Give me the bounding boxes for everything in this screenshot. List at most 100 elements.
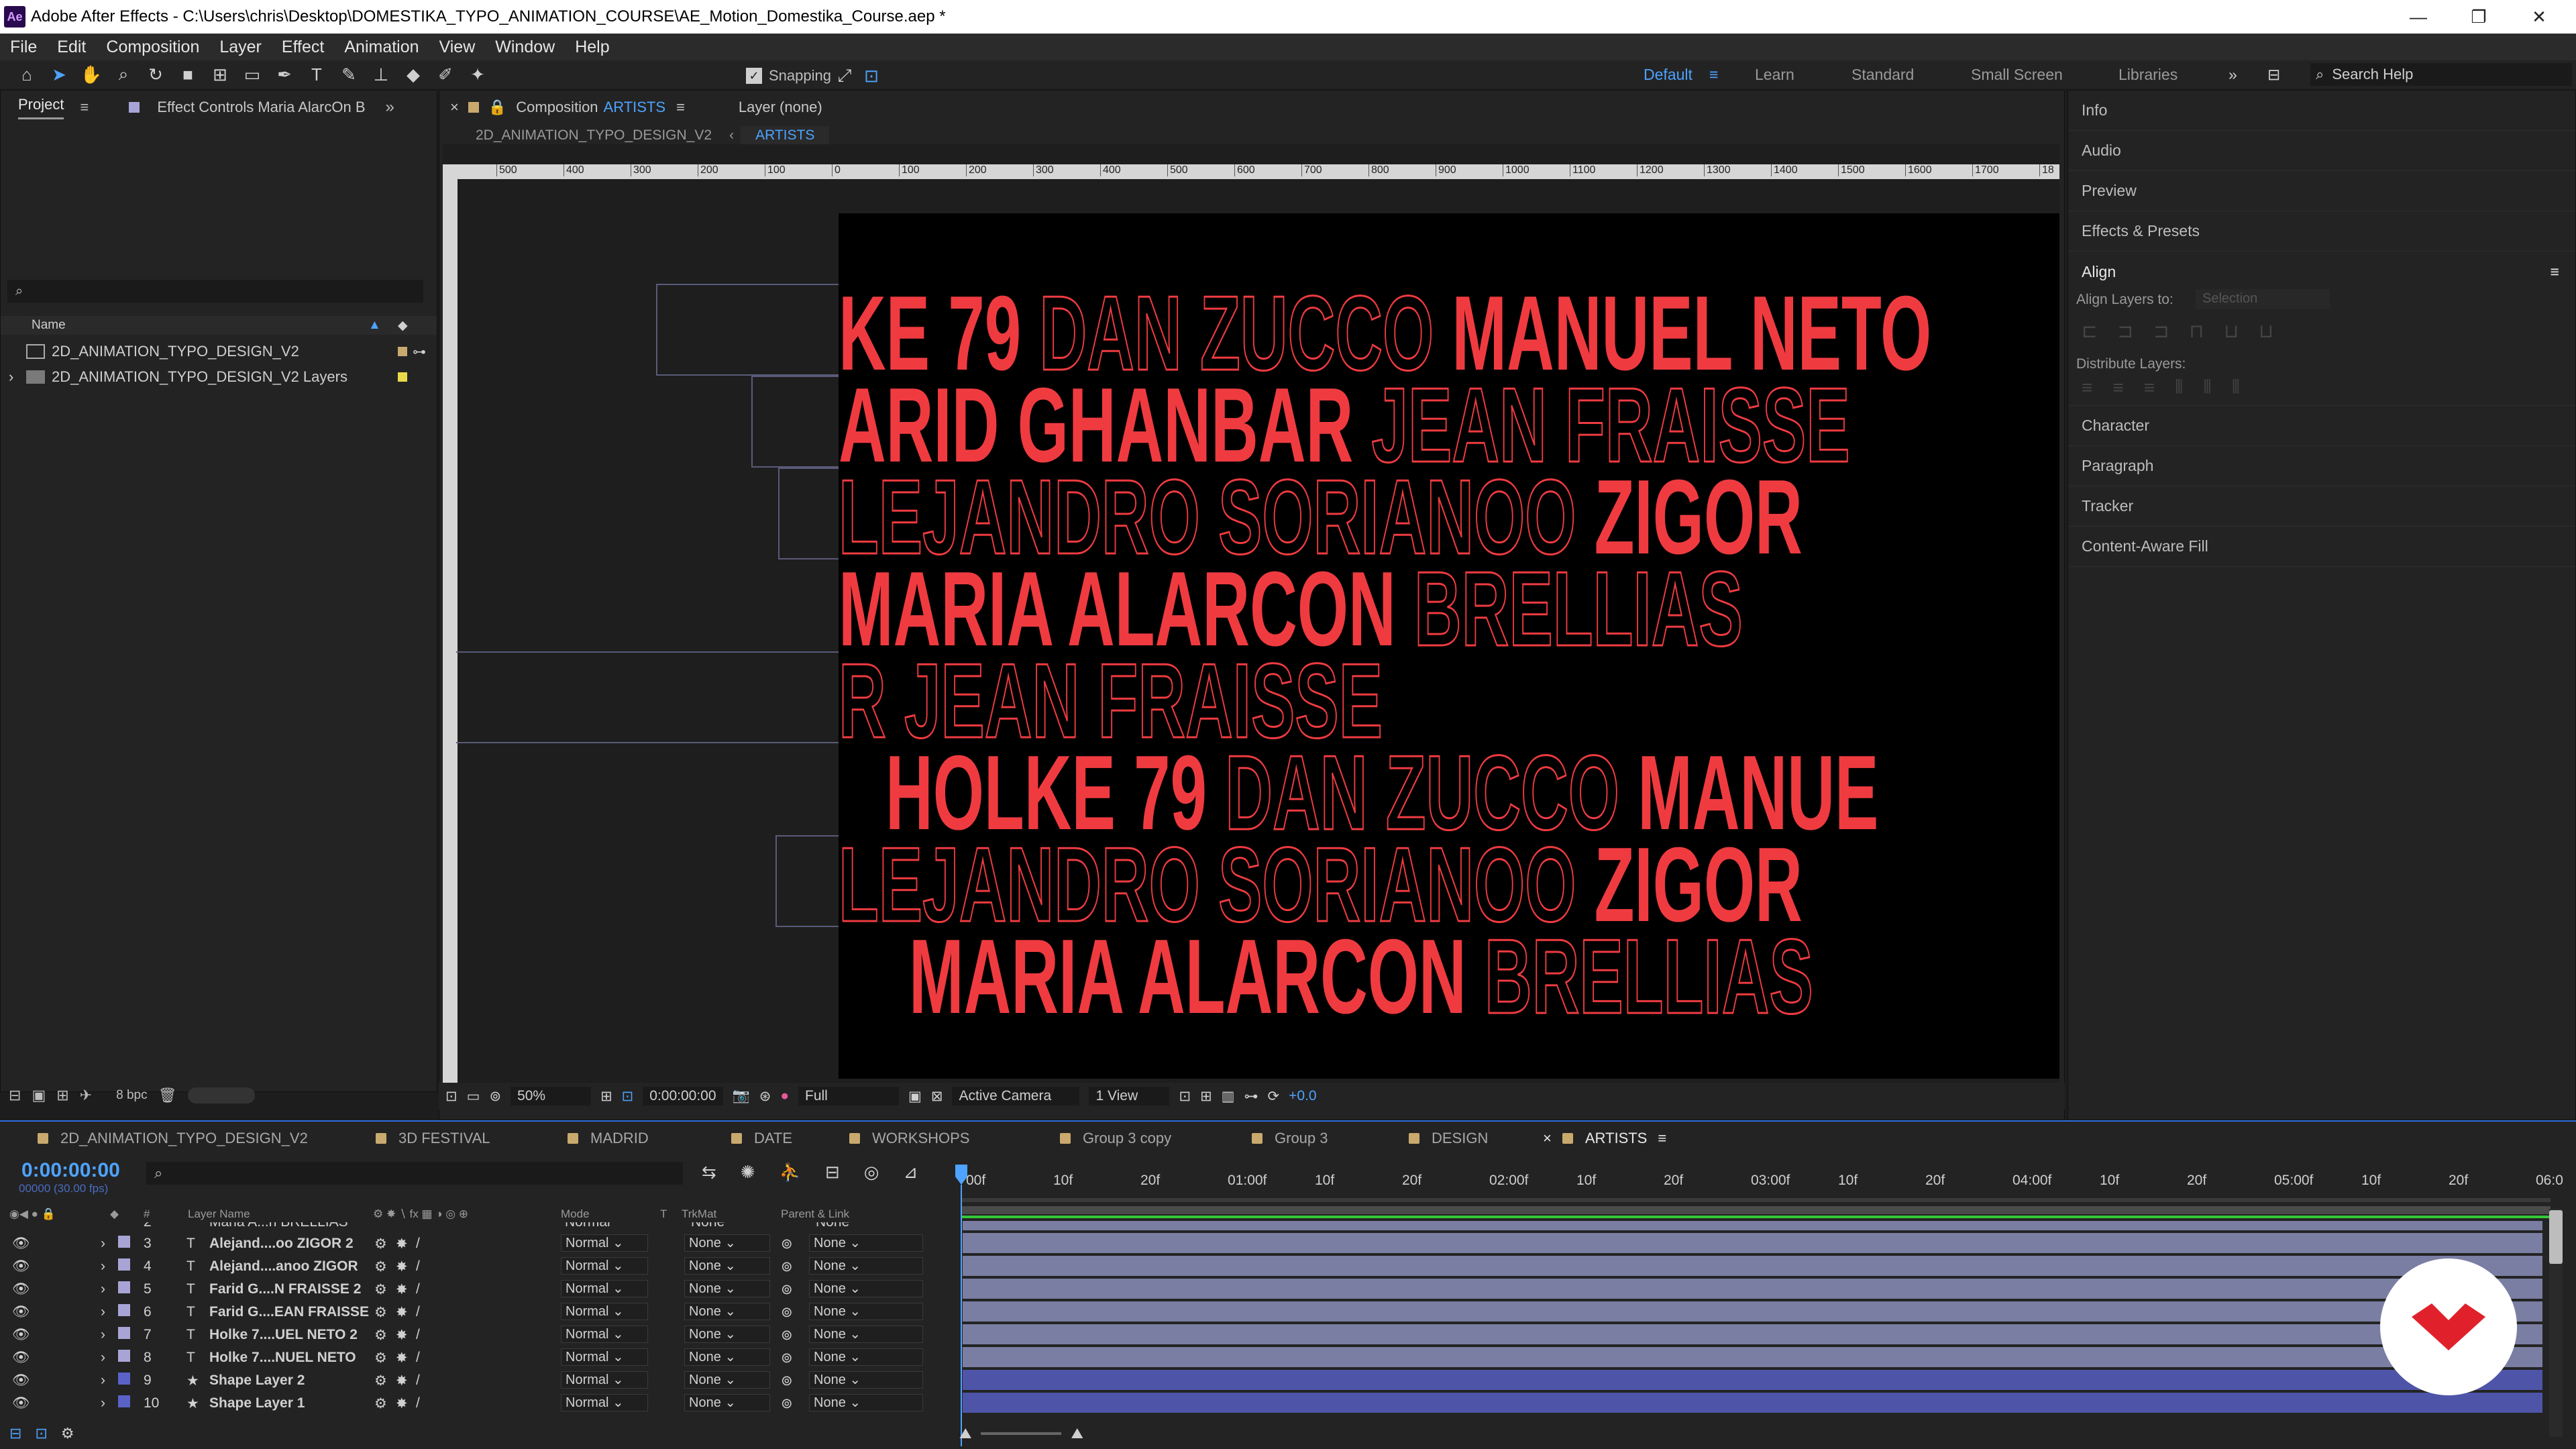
label-column-icon[interactable]: ◆ [398,318,408,333]
mode-dropdown[interactable]: Normal [565,1222,610,1230]
selection-tool-icon[interactable]: ➤ [46,63,72,86]
snap-feature-icon[interactable]: ⊡ [858,64,885,87]
work-area-bar[interactable] [961,1198,2551,1202]
mode-dropdown[interactable]: Normal ⌄ [561,1371,648,1389]
parent-dropdown[interactable]: None ⌄ [809,1394,923,1411]
transfer-controls-toggle-icon[interactable]: ⊡ [35,1425,47,1442]
parent-dropdown[interactable]: None [816,1222,849,1230]
toggle-pixel-aspect-icon[interactable]: ⊡ [1179,1088,1191,1105]
project-tab[interactable]: Project [18,96,64,119]
type-tool-icon[interactable]: T [303,63,330,86]
workspace-small-screen[interactable]: Small Screen [1971,66,2063,84]
trkmat-dropdown[interactable]: None ⌄ [684,1303,770,1320]
layer-name[interactable]: Farid G....N FRAISSE 2 [209,1281,361,1297]
distribute-right-icon[interactable]: ⦀ [2232,376,2240,398]
workspace-learn[interactable]: Learn [1755,66,1794,84]
mode-dropdown[interactable]: Normal ⌄ [561,1234,648,1252]
effect-controls-tab[interactable]: Effect Controls Maria AlarcOn B [157,99,365,116]
bit-depth-label[interactable]: 8 bpc [116,1088,147,1103]
trkmat-dropdown[interactable]: None ⌄ [684,1280,770,1297]
align-bottom-icon[interactable]: ⊔ [2259,320,2273,342]
tracker-panel-header[interactable]: Tracker [2068,486,2575,527]
align-to-dropdown[interactable]: Selection [2196,289,2330,309]
brush-tool-icon[interactable]: ✎ [335,63,362,86]
fast-previews-icon[interactable]: ⊞ [1200,1088,1212,1105]
layer-name[interactable]: Shape Layer 2 [209,1373,305,1389]
timeline-scrollbar[interactable] [2549,1209,2563,1437]
monitor-icon[interactable]: ▭ [467,1088,480,1105]
flowchart-icon[interactable]: ⊶ [413,343,426,360]
zoom-out-icon[interactable]: ⛰ [959,1425,971,1442]
trkmat-dropdown[interactable]: None ⌄ [684,1371,770,1389]
menu-animation[interactable]: Animation [334,38,429,57]
always-preview-icon[interactable]: ⊡ [445,1088,458,1105]
visibility-eye-icon[interactable]: 👁 [12,1350,30,1366]
layer-name[interactable]: Maria A...n BRELLIAS [209,1222,348,1230]
workspace-libraries[interactable]: Libraries [2118,66,2178,84]
timeline-tab[interactable]: 3D FESTIVAL [376,1130,490,1147]
distribute-v-center-icon[interactable]: ≡ [2112,377,2123,398]
panel-menu-icon[interactable]: ≡ [1658,1130,1666,1147]
layer-row[interactable]: 2 Maria A...n BRELLIAS Normal None None [0,1222,953,1232]
layer-duration-bar[interactable] [963,1324,2542,1344]
timeline-tab[interactable]: MADRID [568,1130,649,1147]
layer-duration-bar[interactable] [963,1279,2542,1299]
collapse-switch-icon[interactable]: ✸ [396,1258,408,1275]
pick-whip-icon[interactable]: ⊚ [781,1236,793,1252]
expand-arrow-icon[interactable]: › [101,1327,105,1343]
collapse-switch-icon[interactable]: ✸ [396,1304,408,1321]
label-swatch[interactable] [118,1304,130,1316]
quality-switch-icon[interactable]: / [416,1373,420,1389]
layer-duration-bar[interactable] [963,1301,2542,1322]
workspace-layout-icon[interactable]: ⊟ [2267,66,2280,84]
timeline-tab[interactable]: DATE [731,1130,792,1147]
composition-tab[interactable]: ARTISTS [604,99,666,116]
snap-expand-icon[interactable]: ⤢ [831,64,858,87]
magnification-dropdown[interactable]: 50% [511,1087,592,1106]
menu-view[interactable]: View [429,38,486,57]
breadcrumb-parent[interactable]: 2D_ANIMATION_TYPO_DESIGN_V2 [476,127,712,144]
quality-switch-icon[interactable]: / [416,1327,420,1343]
label-column-icon[interactable]: ◆ [110,1208,119,1221]
pick-whip-icon[interactable]: ⊚ [781,1304,793,1321]
layer-row[interactable]: 👁 › 3 T Alejand....oo ZIGOR 2 ⚙ ✸ / Normal ⌄ None… [0,1232,953,1254]
playhead-line[interactable] [961,1185,962,1446]
pick-whip-icon[interactable]: ⊚ [781,1373,793,1389]
visibility-eye-icon[interactable]: 👁 [12,1304,30,1320]
expand-arrow-icon[interactable]: › [101,1395,105,1411]
layer-switches-toggle-icon[interactable]: ⊟ [9,1425,21,1442]
mode-dropdown[interactable]: Normal ⌄ [561,1394,648,1411]
layer-duration-bar[interactable] [963,1393,2542,1413]
grid-icon[interactable]: ⊠ [931,1088,943,1105]
snapshot-icon[interactable]: 📷 [733,1088,750,1104]
shy-switch-icon[interactable]: ⚙ [374,1373,387,1389]
frame-blending-icon[interactable]: ⊟ [825,1162,840,1183]
timeline-tab[interactable]: DESIGN [1409,1130,1488,1147]
trkmat-dropdown[interactable]: None ⌄ [684,1394,770,1411]
layer-duration-bar[interactable] [963,1256,2542,1276]
zoom-tool-icon[interactable]: ⌕ [110,63,137,86]
visibility-eye-icon[interactable]: 👁 [12,1395,30,1411]
clone-stamp-tool-icon[interactable]: ⊥ [368,63,394,86]
shy-switch-icon[interactable]: ⚙ [374,1327,387,1344]
paragraph-panel-header[interactable]: Paragraph [2068,446,2575,486]
av-features-icon[interactable]: ◉◀ ● 🔒 [9,1208,56,1221]
timeline-search-input[interactable]: ⌕ [146,1162,683,1185]
parent-dropdown[interactable]: None ⌄ [809,1234,923,1252]
align-v-center-icon[interactable]: ⊔ [2224,320,2239,342]
layer-name[interactable]: Alejand....anoo ZIGOR [209,1258,358,1275]
project-settings-icon[interactable]: ✈ [80,1087,92,1104]
parent-dropdown[interactable]: None ⌄ [809,1280,923,1297]
visibility-eye-icon[interactable]: 👁 [12,1281,30,1297]
label-swatch[interactable] [118,1327,130,1339]
breadcrumb-current[interactable]: ARTISTS [741,126,830,145]
pick-whip-icon[interactable]: ⊚ [781,1350,793,1366]
layer-duration-bar[interactable] [963,1370,2542,1390]
layer-row[interactable]: 👁 › 7 T Holke 7....UEL NETO 2 ⚙ ✸ / Normal ⌄ None… [0,1323,953,1346]
distribute-left-icon[interactable]: ⦀ [2175,376,2183,398]
new-folder-icon[interactable]: ▣ [32,1087,46,1104]
distribute-h-center-icon[interactable]: ⦀ [2203,376,2211,398]
pen-tool-icon[interactable]: ✒ [271,63,298,86]
scrollbar-thumb[interactable] [2549,1210,2563,1264]
exposure-value[interactable]: +0.0 [1289,1088,1316,1104]
